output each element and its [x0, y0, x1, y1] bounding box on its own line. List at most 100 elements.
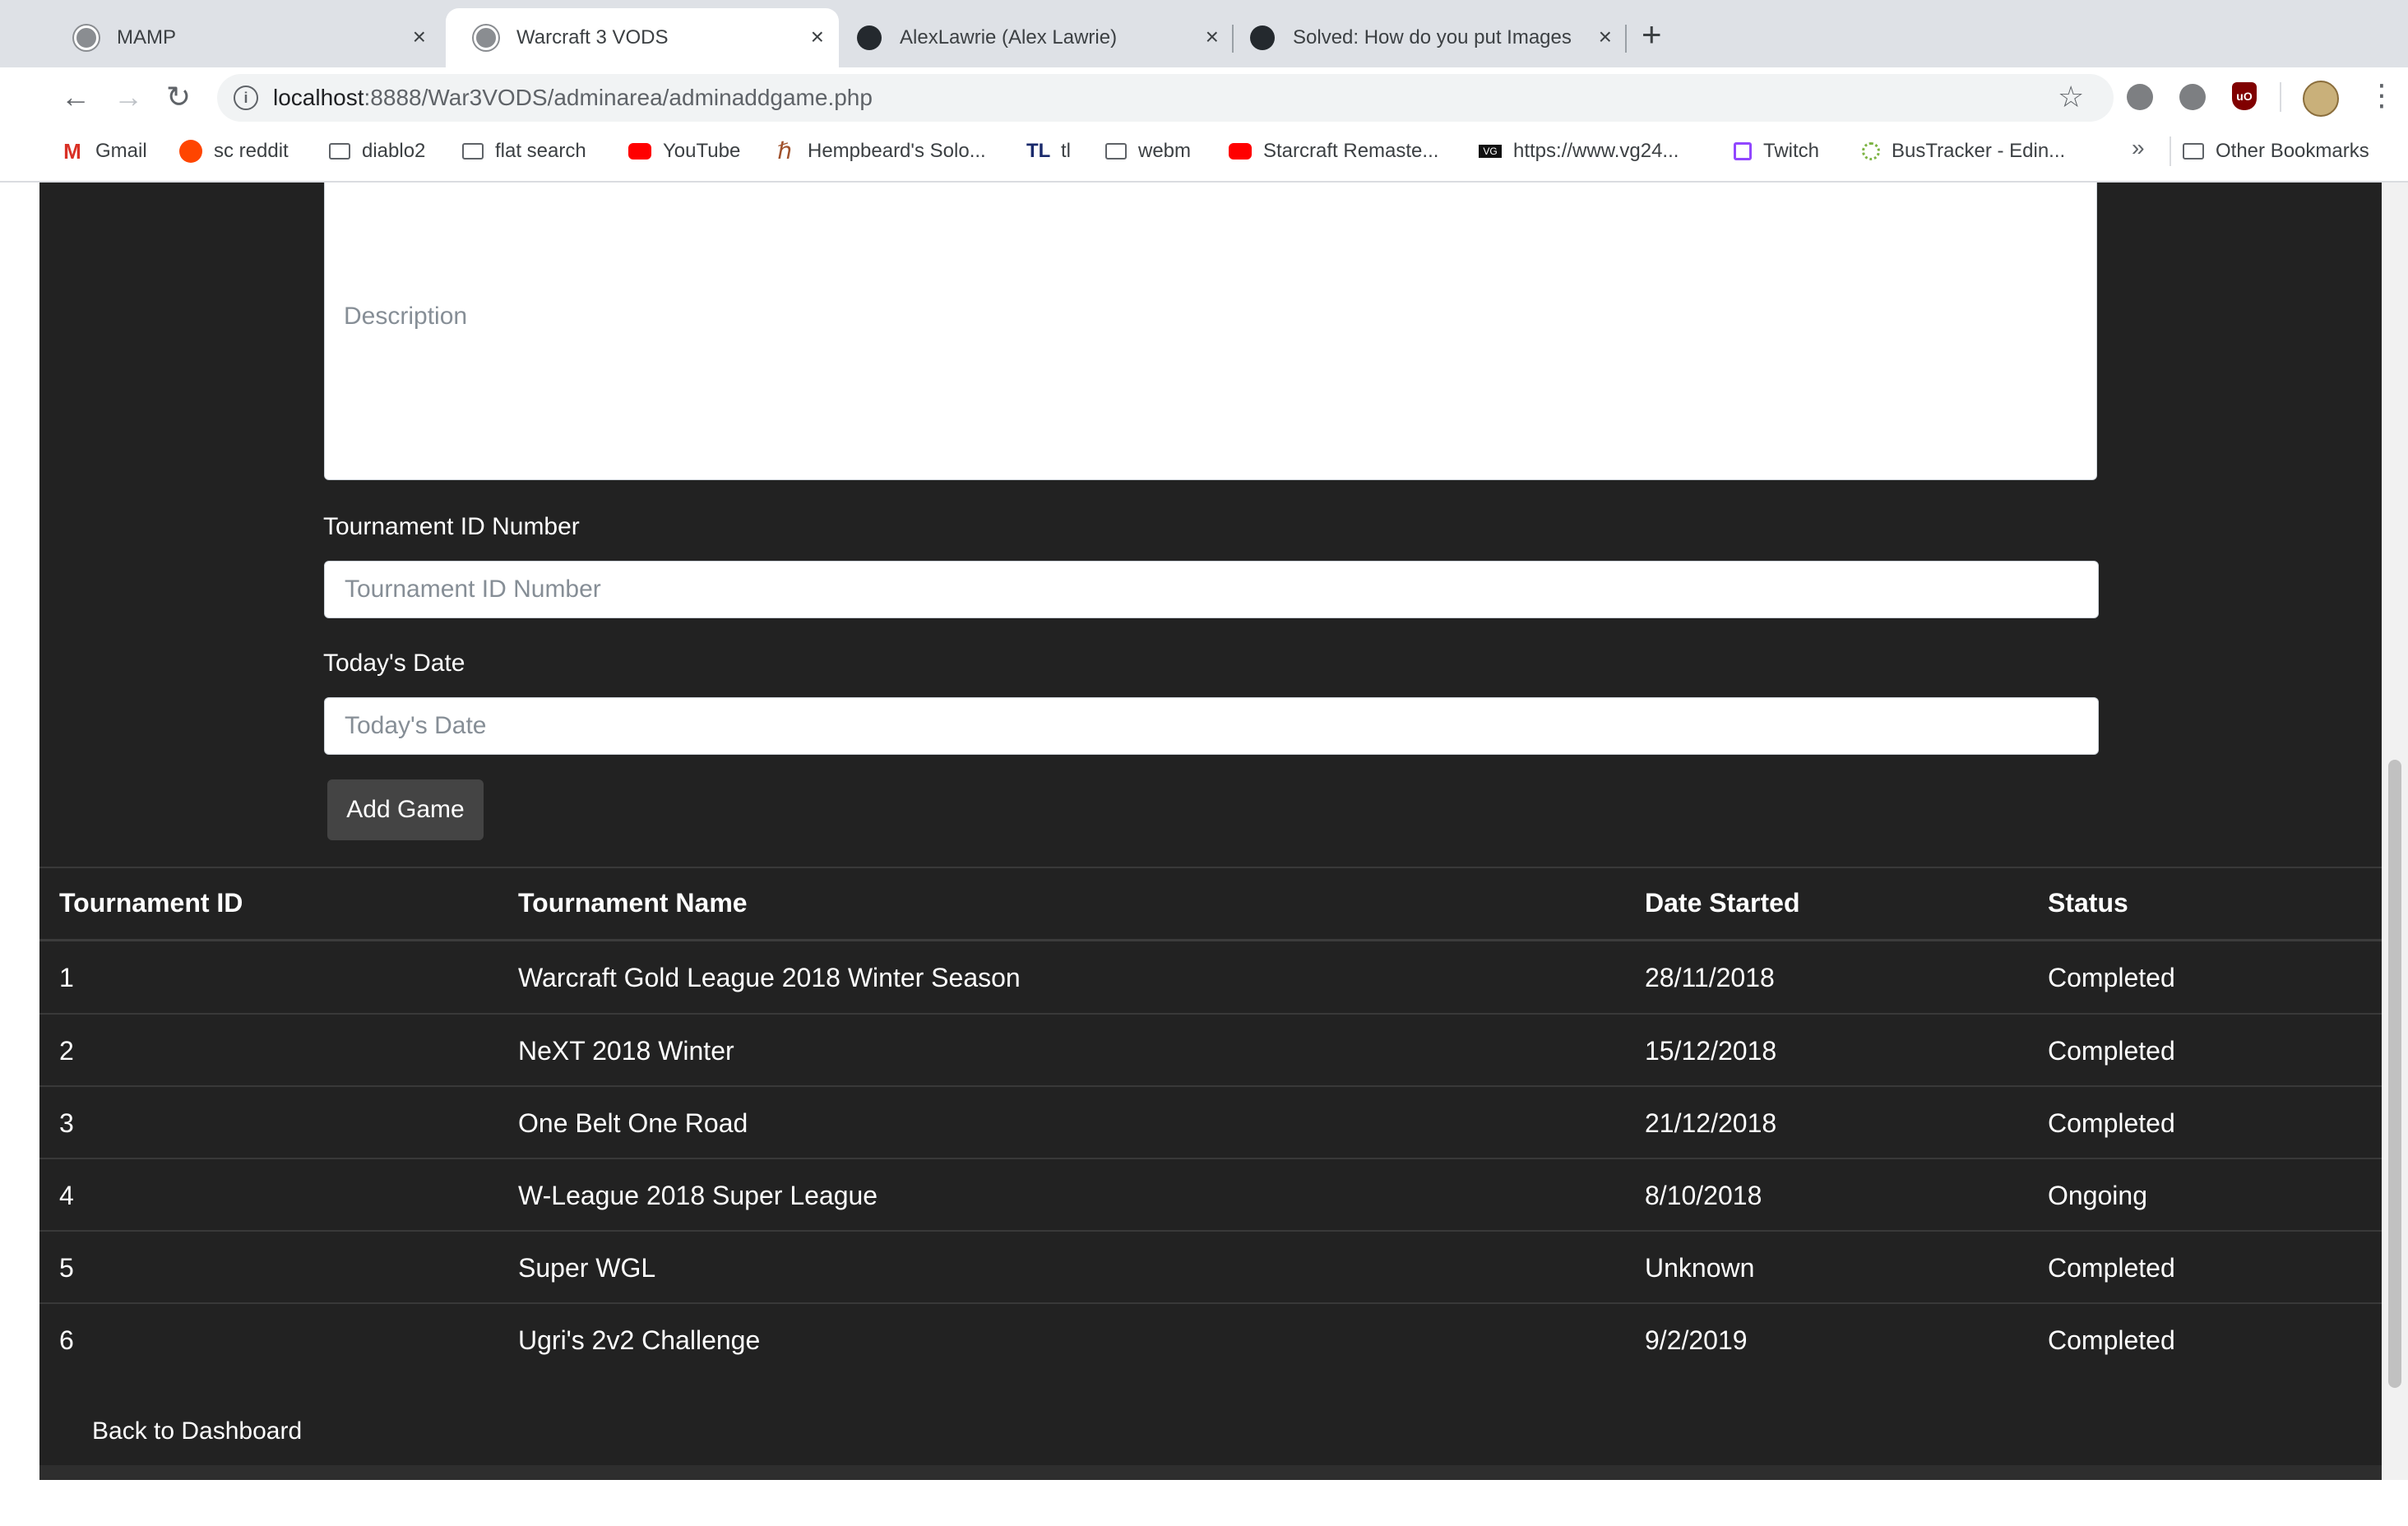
folder-icon [1105, 143, 1127, 160]
cell-name: NeXT 2018 Winter [518, 1036, 734, 1066]
cell-status: Completed [2048, 1108, 2175, 1138]
tab-title: Solved: How do you put Images [1293, 26, 1572, 49]
bookmark-diablo2[interactable]: diablo2 [329, 136, 425, 166]
mamp-favicon-icon [74, 25, 99, 50]
bookmark-label: Twitch [1763, 140, 1820, 162]
close-tab-icon[interactable]: × [413, 25, 426, 49]
github-icon [857, 25, 882, 50]
cell-name: One Belt One Road [518, 1108, 748, 1138]
cell-date: 15/12/2018 [1645, 1036, 1777, 1066]
cell-name: Warcraft Gold League 2018 Winter Season [518, 963, 1021, 992]
bookmark-label: Gmail [95, 140, 147, 162]
bookmark-label: Hempbeard's Solo... [808, 140, 986, 162]
cell-date: 9/2/2019 [1645, 1325, 1748, 1355]
cell-date: 8/10/2018 [1645, 1181, 1762, 1210]
bookmark-twitch[interactable]: Twitch [1734, 136, 1819, 166]
toolbar-divider [2280, 82, 2281, 112]
folder-icon [329, 143, 350, 160]
youtube-icon [1229, 143, 1252, 160]
extension-icon[interactable] [2179, 84, 2206, 110]
extension-icon[interactable] [2127, 84, 2153, 110]
browser-menu-icon[interactable]: ⋮ [2367, 79, 2396, 112]
date-input[interactable] [324, 697, 2099, 755]
bookmark-label: https://www.vg24... [1513, 140, 1679, 162]
bookmark-tl[interactable]: TL tl [1026, 136, 1071, 166]
cell-id: 2 [59, 1036, 74, 1066]
tournament-id-input[interactable] [324, 561, 2099, 618]
cell-id: 5 [59, 1253, 74, 1283]
scrollbar-thumb[interactable] [2388, 760, 2401, 1388]
bookmark-label: sc reddit [214, 140, 289, 162]
bookmark-gmail[interactable]: M Gmail [61, 136, 147, 166]
site-info-icon[interactable]: i [234, 86, 258, 110]
tournament-id-label: Tournament ID Number [323, 513, 580, 540]
profile-avatar[interactable] [2303, 81, 2339, 117]
header-date-started: Date Started [1645, 888, 1800, 918]
tab-github-profile[interactable]: AlexLawrie (Alex Lawrie) × [840, 8, 1234, 67]
bookmark-hempbeard[interactable]: ℏ Hempbeard's Solo... [773, 136, 986, 166]
cell-status: Completed [2048, 1036, 2175, 1066]
cell-status: Ongoing [2048, 1181, 2147, 1210]
cell-id: 3 [59, 1108, 74, 1138]
mamp-favicon-icon [474, 25, 498, 50]
close-tab-icon[interactable]: × [811, 25, 824, 49]
header-tournament-name: Tournament Name [518, 888, 748, 918]
bookmark-star-icon[interactable]: ☆ [2058, 81, 2084, 113]
bookmark-starcraft[interactable]: Starcraft Remaste... [1229, 136, 1438, 166]
description-placeholder: Description [344, 303, 468, 330]
folder-icon [2183, 143, 2204, 160]
bookmark-webm[interactable]: webm [1105, 136, 1191, 166]
bookmark-label: webm [1138, 140, 1192, 162]
cell-status: Completed [2048, 1253, 2175, 1283]
back-arrow-icon[interactable]: ← [61, 81, 90, 113]
twitch-icon [1734, 142, 1752, 160]
url-text[interactable]: localhost:8888/War3VODS/adminarea/admina… [273, 82, 873, 113]
tab-title: AlexLawrie (Alex Lawrie) [900, 26, 1118, 49]
cell-id: 1 [59, 963, 74, 992]
folder-icon [462, 143, 484, 160]
description-textarea[interactable] [324, 183, 2097, 480]
tab-title: MAMP [117, 26, 176, 49]
bookmark-label: BusTracker - Edin... [1892, 140, 2066, 162]
url-path: :8888/War3VODS/adminarea/adminaddgame.ph… [364, 85, 873, 110]
bookmark-vg247[interactable]: VG https://www.vg24... [1479, 136, 1679, 166]
bookmark-sc-reddit[interactable]: sc reddit [179, 136, 289, 166]
new-tab-button[interactable]: + [1642, 17, 1662, 52]
bookmarks-divider [2170, 136, 2171, 166]
ublock-origin-icon[interactable]: uO [2232, 82, 2257, 110]
close-tab-icon[interactable]: × [1599, 25, 1612, 49]
bookmark-label: Other Bookmarks [2216, 140, 2369, 162]
bookmark-label: tl [1061, 140, 1071, 162]
page-footer [39, 1465, 2382, 1480]
bookmark-bustracker[interactable]: BusTracker - Edin... [1862, 136, 2065, 166]
table-top-border [39, 867, 2382, 868]
bookmark-youtube[interactable]: YouTube [628, 136, 740, 166]
cell-name: Ugri's 2v2 Challenge [518, 1325, 761, 1355]
tab-separator [1625, 25, 1627, 53]
reddit-icon [179, 140, 202, 163]
cell-date: 28/11/2018 [1645, 963, 1775, 992]
forward-arrow-icon[interactable]: → [113, 81, 143, 113]
reload-icon[interactable]: ↻ [166, 81, 191, 113]
gmail-icon: M [63, 139, 81, 164]
cell-status: Completed [2048, 963, 2175, 992]
youtube-icon [628, 143, 651, 160]
header-status: Status [2048, 888, 2128, 918]
table-row: 3 One Belt One Road 21/12/2018 Completed [39, 1085, 2382, 1158]
url-host: localhost [273, 85, 364, 110]
cell-date: 21/12/2018 [1645, 1108, 1777, 1138]
tab-github-solved[interactable]: Solved: How do you put Images × [1234, 8, 1627, 67]
cell-name: W-League 2018 Super League [518, 1181, 878, 1210]
close-tab-icon[interactable]: × [1206, 25, 1219, 49]
date-label: Today's Date [323, 650, 465, 677]
tab-warcraft-vods[interactable]: Warcraft 3 VODS × [446, 8, 839, 67]
add-game-button[interactable]: Add Game [327, 779, 484, 840]
cell-date: Unknown [1645, 1253, 1755, 1283]
table-row: 2 NeXT 2018 Winter 15/12/2018 Completed [39, 1013, 2382, 1085]
back-to-dashboard-link[interactable]: Back to Dashboard [92, 1417, 302, 1445]
more-bookmarks-button[interactable]: » [2132, 135, 2145, 161]
bookmark-flat-search[interactable]: flat search [462, 136, 586, 166]
bookmark-other[interactable]: Other Bookmarks [2183, 136, 2369, 166]
tab-mamp[interactable]: MAMP × [46, 8, 441, 67]
header-tournament-id: Tournament ID [59, 888, 243, 918]
